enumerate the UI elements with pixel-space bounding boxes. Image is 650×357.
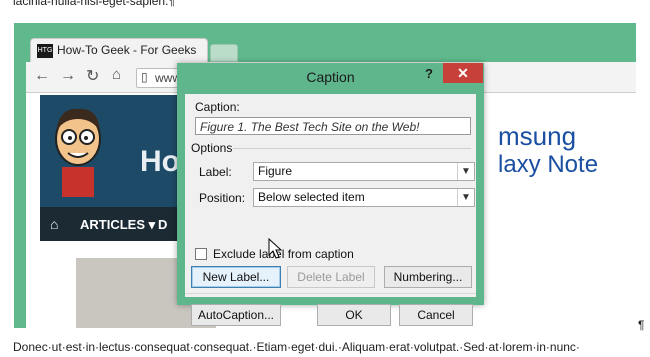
position-select-value: Below selected item (258, 190, 365, 204)
chevron-down-icon: ▼ (457, 189, 474, 206)
position-select[interactable]: Below selected item ▼ (253, 188, 475, 207)
nav-item-d[interactable]: D (158, 217, 167, 232)
delete-label-button[interactable]: Delete Label (287, 266, 375, 288)
dialog-titlebar[interactable]: Caption ? ✕ (177, 63, 484, 89)
forward-icon[interactable]: → (60, 67, 76, 85)
browser-tab-title: How-To Geek - For Geeks (57, 43, 197, 57)
ad-line1: msung (498, 121, 577, 151)
autocaption-button[interactable]: AutoCaption... (191, 304, 281, 326)
help-button[interactable]: ? (419, 66, 439, 84)
options-divider (233, 148, 471, 149)
nav-articles[interactable]: ARTICLES ▾ (80, 217, 155, 233)
pilcrow-mark: ¶ (638, 318, 645, 332)
samsung-ad: msung laxy Note (486, 95, 636, 185)
mouse-cursor-icon (268, 238, 282, 259)
favicon-icon: HTG (37, 44, 53, 58)
close-button[interactable]: ✕ (443, 63, 483, 83)
label-select-value: Figure (258, 164, 293, 178)
caption-dialog: Caption ? ✕ Caption: Figure 1. The Best … (177, 63, 484, 326)
exclude-label-text: Exclude label from caption (213, 247, 354, 261)
new-label-button[interactable]: New Label... (191, 266, 281, 288)
document-top-line: lacinia-nulla-nisi-eget-sapien.¶ (13, 0, 175, 8)
document-bottom-line: Donec·ut·est·in·lectus·consequat·consequ… (13, 340, 580, 354)
nav-articles-label: ARTICLES (80, 217, 145, 232)
exclude-label-checkbox[interactable] (195, 248, 207, 260)
dialog-body: Caption: Figure 1. The Best Tech Site on… (185, 94, 476, 326)
cancel-button[interactable]: Cancel (399, 304, 473, 326)
numbering-button[interactable]: Numbering... (384, 266, 472, 288)
home-icon[interactable]: ⌂ (112, 66, 121, 83)
ad-line2: laxy Note (498, 151, 599, 178)
caption-input[interactable]: Figure 1. The Best Tech Site on the Web! (195, 117, 471, 135)
reload-icon[interactable]: ↻ (86, 66, 99, 86)
page-icon: ▯ (141, 70, 148, 84)
label-field-label: Label: (199, 165, 232, 179)
ok-button[interactable]: OK (317, 304, 391, 326)
position-field-label: Position: (199, 191, 246, 205)
geek-mascot-icon (55, 108, 101, 197)
home-nav-icon[interactable]: ⌂ (50, 216, 58, 232)
options-label: Options (191, 141, 233, 155)
browser-tab[interactable]: HTG How-To Geek - For Geeks (30, 38, 208, 63)
caption-label: Caption: (195, 100, 240, 114)
chevron-down-icon: ▼ (457, 163, 474, 180)
back-icon[interactable]: ← (34, 67, 50, 85)
new-tab-button[interactable] (210, 44, 238, 62)
button-divider (185, 293, 476, 294)
label-select[interactable]: Figure ▼ (253, 162, 475, 181)
